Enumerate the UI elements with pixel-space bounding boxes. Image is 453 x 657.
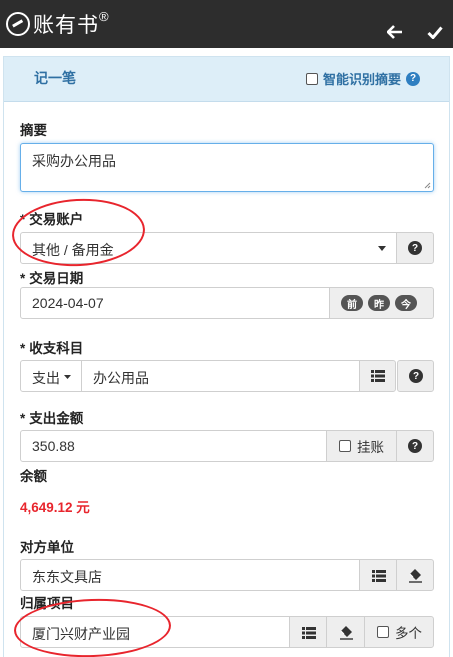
- panel-header: 记一笔 智能识别摘要 ?: [4, 57, 449, 102]
- subject-value: 办公用品: [93, 370, 149, 386]
- subject-label-text: 收支科目: [29, 341, 84, 356]
- amount-help-button[interactable]: ?: [396, 430, 434, 462]
- required-mark: *: [20, 271, 26, 286]
- date-label-text: 交易日期: [29, 271, 84, 286]
- account-help-button[interactable]: ?: [396, 232, 434, 264]
- date-today-button[interactable]: 今: [395, 295, 417, 311]
- balance-value: 4,649.12 元: [20, 500, 90, 515]
- counterparty-input[interactable]: 东东文具店: [20, 559, 360, 591]
- smart-recognize-label: 智能识别摘要: [323, 72, 402, 87]
- on-account-toggle[interactable]: 挂账: [326, 430, 397, 462]
- checkmark-icon: [427, 26, 443, 39]
- amount-value: 350.88: [32, 438, 75, 454]
- date-prev-button[interactable]: 前: [341, 295, 363, 311]
- eraser-icon: [340, 626, 353, 640]
- caret-down-icon: [64, 375, 71, 379]
- required-mark: *: [20, 411, 26, 426]
- caret-down-icon: [378, 246, 386, 251]
- confirm-button[interactable]: [424, 22, 446, 42]
- counterparty-list-button[interactable]: [359, 559, 397, 591]
- help-icon[interactable]: ?: [406, 71, 421, 86]
- checkbox-icon[interactable]: [377, 626, 389, 638]
- subject-input[interactable]: 办公用品: [81, 360, 360, 392]
- project-clear-button[interactable]: [326, 616, 365, 648]
- on-account-label: 挂账: [357, 440, 384, 455]
- checkbox-icon[interactable]: [306, 72, 318, 85]
- subject-label: * 收支科目: [20, 337, 83, 357]
- summary-label: 摘要: [20, 123, 47, 138]
- subject-type-dropdown[interactable]: 支出: [20, 360, 82, 392]
- subject-help-button[interactable]: ?: [397, 360, 434, 392]
- app-header: 账有书 ®: [0, 0, 453, 48]
- amount-input[interactable]: 350.88: [20, 430, 327, 462]
- smart-recognize-toggle[interactable]: 智能识别摘要 ?: [306, 69, 421, 88]
- registered-mark: ®: [99, 8, 109, 24]
- panel-title: 记一笔: [34, 70, 76, 86]
- back-arrow-icon: [387, 25, 402, 39]
- project-multi-label: 多个: [395, 626, 422, 641]
- counterparty-value: 东东文具店: [32, 569, 102, 585]
- help-icon: ?: [408, 439, 422, 453]
- date-label: * 交易日期: [20, 267, 83, 287]
- help-icon: ?: [409, 369, 423, 383]
- subject-type-value: 支出: [32, 370, 60, 386]
- date-yesterday-button[interactable]: 昨: [368, 295, 390, 311]
- summary-value: 采购办公用品: [32, 153, 116, 169]
- app-logo: 账有书 ®: [6, 9, 109, 39]
- app-title: 账有书: [33, 13, 99, 37]
- date-shortcuts: 前 昨 今: [329, 287, 434, 319]
- checkbox-icon[interactable]: [339, 440, 351, 452]
- balance-label: 余额: [20, 469, 47, 484]
- subject-list-button[interactable]: [359, 360, 396, 392]
- summary-input[interactable]: 采购办公用品: [20, 143, 434, 192]
- list-icon: [302, 627, 316, 639]
- project-multi-toggle[interactable]: 多个: [364, 616, 434, 648]
- logo-icon: [6, 12, 30, 36]
- date-value: 2024-04-07: [32, 295, 104, 311]
- project-list-button[interactable]: [289, 616, 327, 648]
- amount-label: * 支出金额: [20, 407, 83, 427]
- back-button[interactable]: [384, 22, 406, 42]
- required-mark: *: [20, 341, 26, 356]
- eraser-icon: [409, 569, 422, 583]
- date-input[interactable]: 2024-04-07: [20, 287, 330, 319]
- help-icon: ?: [408, 241, 422, 255]
- counterparty-label: 对方单位: [20, 540, 74, 555]
- amount-label-text: 支出金额: [29, 411, 84, 426]
- resize-handle-icon: [424, 182, 431, 189]
- list-icon: [372, 570, 386, 582]
- list-icon: [371, 370, 385, 382]
- counterparty-clear-button[interactable]: [396, 559, 434, 591]
